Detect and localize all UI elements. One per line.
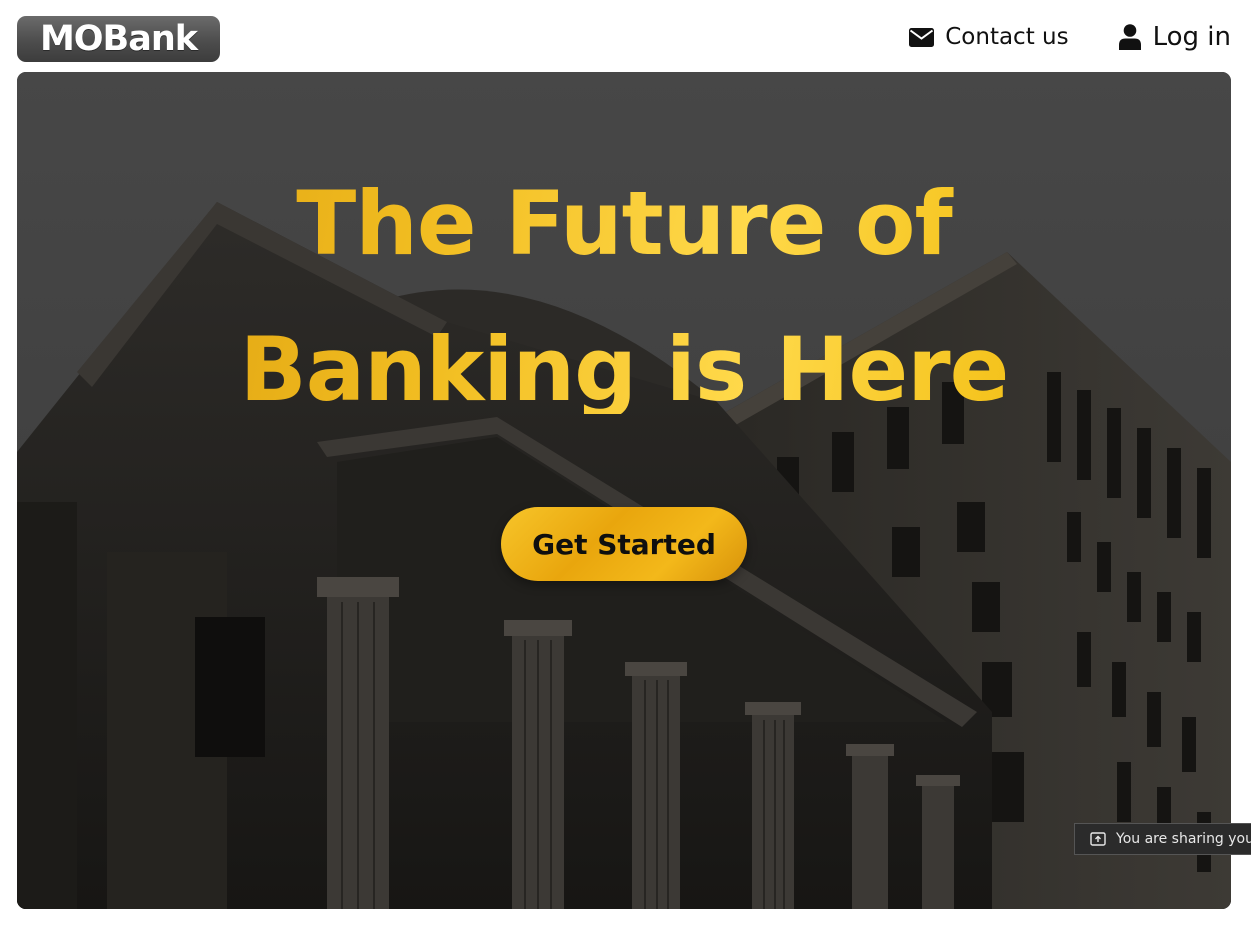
share-screen-icon: [1090, 832, 1106, 846]
top-nav: Contact us Log in: [909, 22, 1231, 52]
envelope-icon: [909, 27, 935, 47]
user-icon: [1118, 24, 1141, 50]
screen-share-text: You are sharing you: [1116, 831, 1251, 847]
logo[interactable]: MOBank: [17, 16, 220, 62]
logo-text: MOBank: [39, 19, 198, 59]
hero-headline-line-2: Banking is Here: [17, 326, 1231, 414]
log-in-label: Log in: [1152, 22, 1231, 52]
hero-banner: The Future of Banking is Here Get Starte…: [17, 72, 1231, 909]
hero-headline-line-1: The Future of: [17, 180, 1231, 268]
screen-share-notification[interactable]: You are sharing you: [1074, 823, 1251, 855]
contact-us-link[interactable]: Contact us: [909, 24, 1069, 50]
contact-us-label: Contact us: [945, 24, 1069, 50]
log-in-link[interactable]: Log in: [1118, 22, 1231, 52]
get-started-button[interactable]: Get Started: [501, 507, 747, 581]
